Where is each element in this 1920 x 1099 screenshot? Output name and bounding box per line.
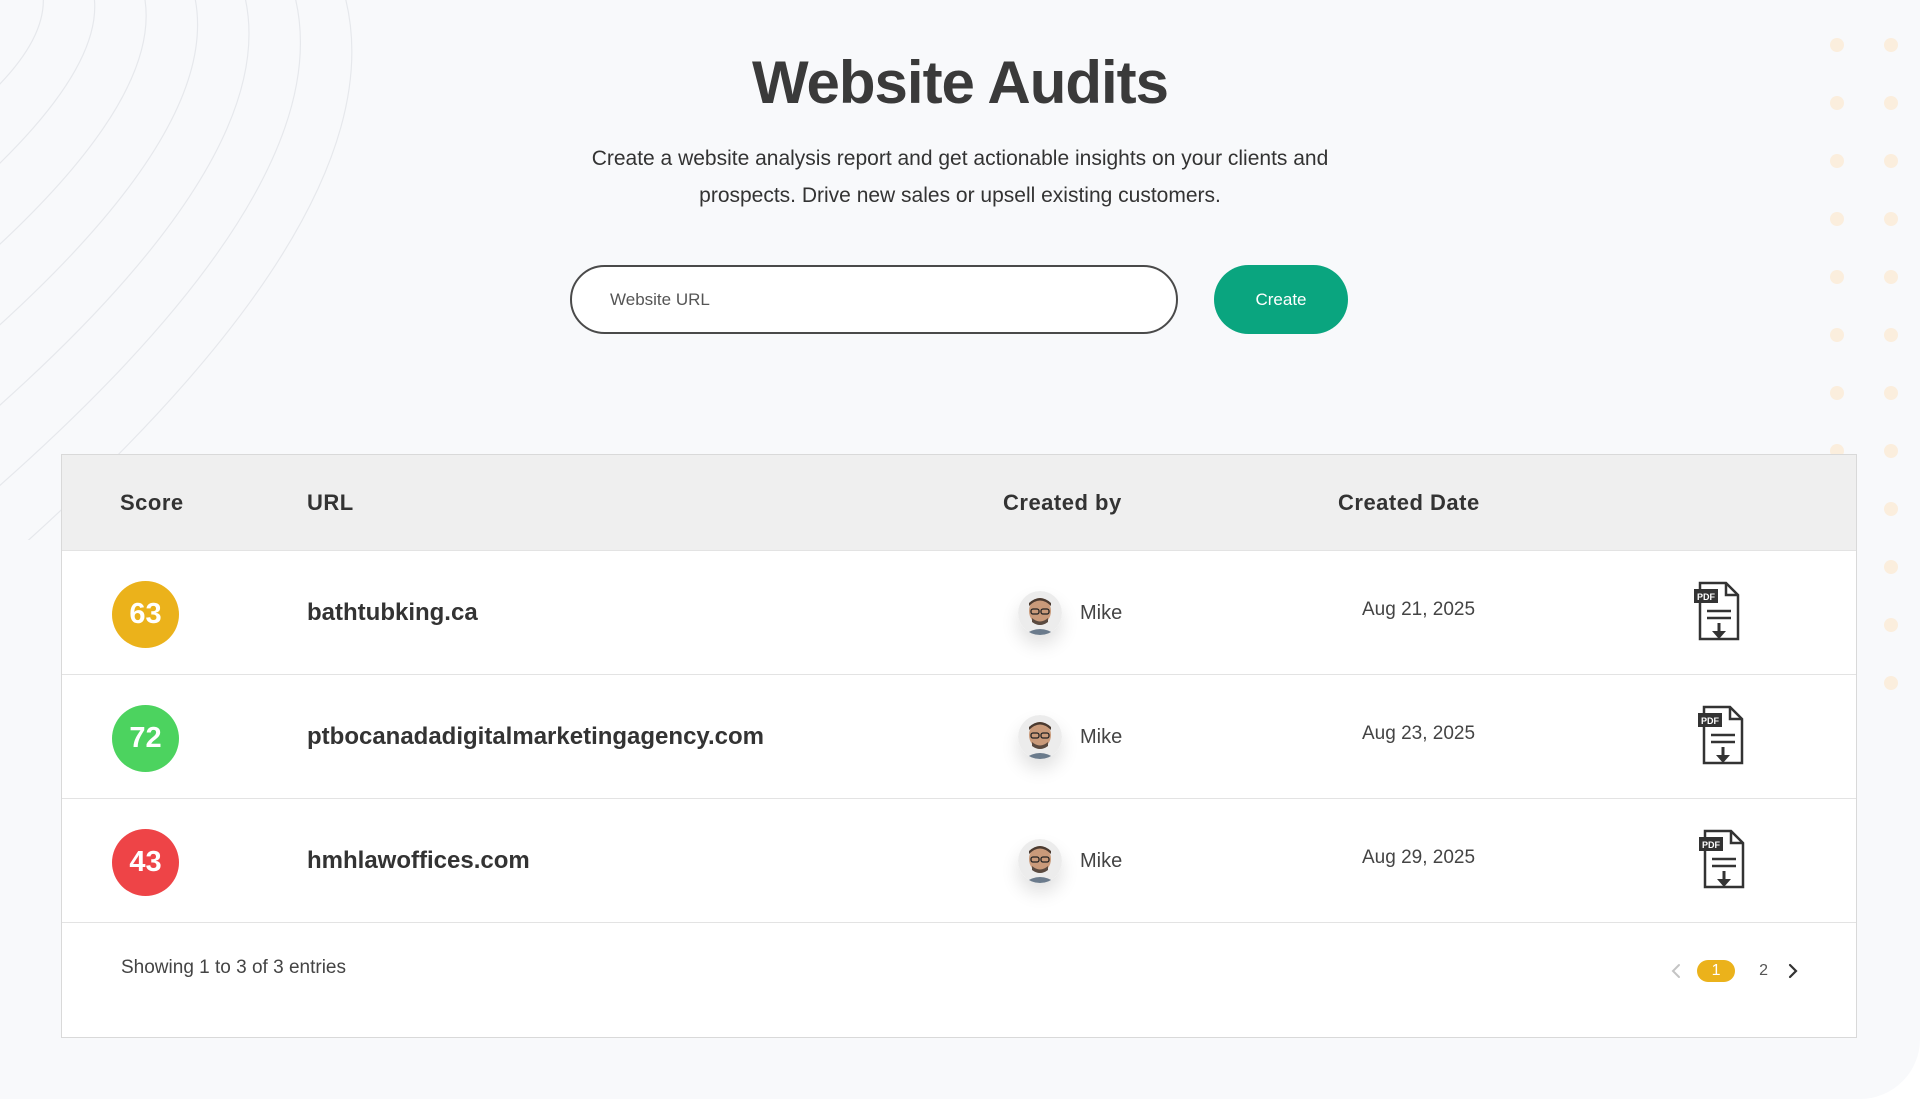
page-subtitle: Create a website analysis report and get… <box>591 147 1329 207</box>
column-header-created-by[interactable]: Created by <box>1003 455 1122 550</box>
pdf-download-icon[interactable]: PDF <box>1696 703 1746 767</box>
page: Website Audits Create a website analysis… <box>0 0 1920 1099</box>
audit-url-link[interactable]: ptbocanadadigitalmarketingagency.com <box>307 675 764 798</box>
user-avatar-icon <box>1018 715 1062 759</box>
website-url-input[interactable] <box>570 265 1178 334</box>
page-button-1[interactable]: 1 <box>1697 960 1736 982</box>
create-audit-form: Create <box>570 265 1348 334</box>
created-date: Aug 29, 2025 <box>1362 847 1476 868</box>
pdf-download-icon[interactable]: PDF <box>1697 827 1747 891</box>
avatar <box>1018 715 1062 759</box>
created-date: Aug 23, 2025 <box>1362 723 1476 744</box>
created-by: Mike <box>1018 715 1122 759</box>
audits-table: Score URL Created by Created Date 63 bat… <box>61 454 1857 1038</box>
chevron-right-icon <box>1788 963 1798 979</box>
avatar <box>1018 839 1062 883</box>
pdf-download-icon[interactable]: PDF <box>1692 579 1742 643</box>
audit-url-link[interactable]: hmhlawoffices.com <box>307 799 530 922</box>
pagination: 1 2 <box>1667 960 1802 982</box>
user-avatar-icon <box>1018 839 1062 883</box>
svg-text:PDF: PDF <box>1701 716 1720 726</box>
column-header-created-date[interactable]: Created Date <box>1338 455 1480 550</box>
score-badge: 63 <box>112 581 179 648</box>
svg-text:PDF: PDF <box>1702 840 1721 850</box>
next-page-button[interactable] <box>1782 961 1802 981</box>
entries-info: Showing 1 to 3 of 3 entries <box>121 957 346 978</box>
creator-name: Mike <box>1080 601 1123 624</box>
created-by: Mike <box>1018 839 1122 883</box>
audit-url-link[interactable]: bathtubking.ca <box>307 551 478 674</box>
page-title: Website Audits <box>751 49 1169 116</box>
svg-text:PDF: PDF <box>1697 592 1716 602</box>
table-row[interactable]: 72 ptbocanadadigitalmarketingagency.com … <box>62 675 1856 799</box>
create-button[interactable]: Create <box>1214 265 1348 334</box>
column-header-score[interactable]: Score <box>120 455 184 550</box>
score-badge: 72 <box>112 705 179 772</box>
user-avatar-icon <box>1018 591 1062 635</box>
creator-name: Mike <box>1080 725 1123 748</box>
avatar <box>1018 591 1062 635</box>
previous-page-button[interactable] <box>1667 961 1687 981</box>
created-date: Aug 21, 2025 <box>1362 599 1476 620</box>
table-row[interactable]: 43 hmhlawoffices.com Mike Aug 29, 2025 P… <box>62 799 1856 923</box>
creator-name: Mike <box>1080 849 1123 872</box>
chevron-left-icon <box>1671 964 1681 978</box>
column-header-url[interactable]: URL <box>307 455 354 550</box>
page-header: Website Audits Create a website analysis… <box>0 48 1920 214</box>
table-header: Score URL Created by Created Date <box>62 455 1856 551</box>
created-by: Mike <box>1018 591 1122 635</box>
page-button-2[interactable]: 2 <box>1759 962 1768 980</box>
score-badge: 43 <box>112 829 179 896</box>
table-row[interactable]: 63 bathtubking.ca Mike Aug 21, 2025 PDF <box>62 551 1856 675</box>
